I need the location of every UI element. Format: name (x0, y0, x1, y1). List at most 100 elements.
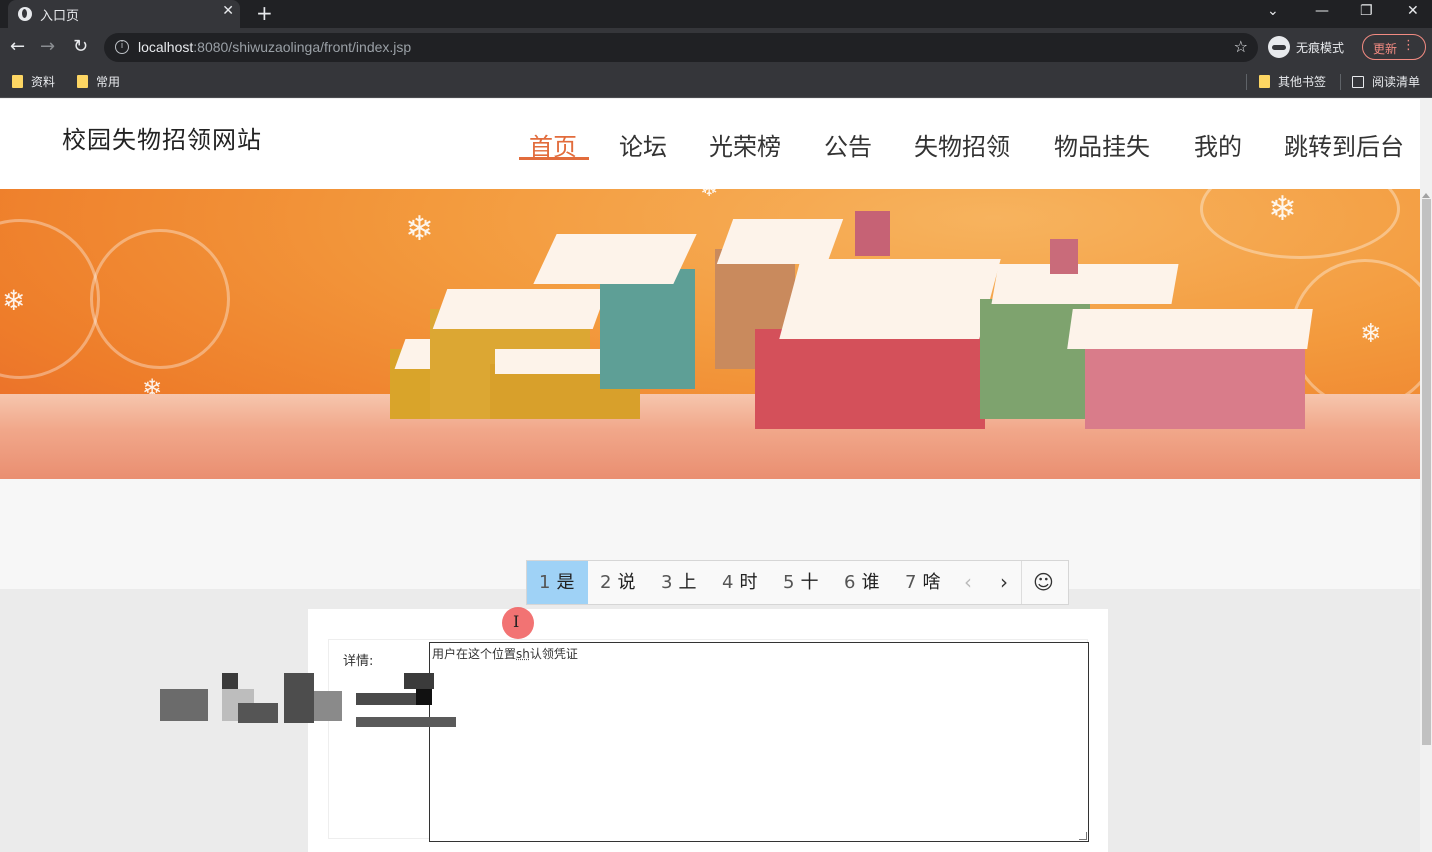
ime-candidate-num: 7 (905, 572, 917, 593)
nav-admin[interactable]: 跳转到后台 (1284, 127, 1404, 162)
bookmark-label: 资料 (31, 75, 56, 89)
snowflake-icon: ❄ (2, 284, 26, 317)
ime-candidate-num: 5 (783, 572, 795, 593)
site-info-icon[interactable]: i (115, 40, 129, 54)
pixel-block (284, 673, 314, 723)
forward-icon[interactable]: → (40, 36, 55, 57)
house-illustration (755, 329, 985, 429)
close-tab-icon[interactable]: ✕ (222, 3, 234, 19)
ime-candidate-text: 是 (556, 572, 575, 593)
nav-report-lost[interactable]: 物品挂失 (1054, 127, 1150, 162)
emoji-icon[interactable]: ☺ (1033, 570, 1054, 594)
address-bar[interactable]: i localhost:8080/shiwuzaolinga/front/ind… (104, 33, 1258, 62)
page-scrollbar[interactable] (1420, 99, 1432, 852)
update-label: 更新 (1373, 42, 1398, 56)
ime-candidate-5[interactable]: 5十 (783, 561, 818, 604)
ime-candidate-num: 3 (661, 572, 673, 593)
detail-textarea-value: 用户在这个位置sh认领凭证 (432, 645, 578, 662)
ime-candidate-4[interactable]: 4时 (722, 561, 757, 604)
restore-icon[interactable]: ❐ (1360, 3, 1373, 19)
active-nav-underline (519, 157, 589, 160)
snowflake-icon: ❄ (405, 209, 434, 249)
pixelated-watermark (160, 673, 456, 729)
ime-candidate-2[interactable]: 2说 (600, 561, 635, 604)
reading-list-icon (1352, 76, 1364, 88)
banner-swirl (90, 229, 230, 369)
ime-candidate-text: 十 (800, 572, 819, 593)
ime-candidate-num: 6 (844, 572, 856, 593)
nav-honor-roll[interactable]: 光荣榜 (709, 127, 781, 162)
nav-mine[interactable]: 我的 (1194, 127, 1242, 162)
house-illustration (600, 269, 695, 389)
pixel-block (356, 717, 456, 727)
url-path: :8080/shiwuzaolinga/front/index.jsp (193, 39, 412, 55)
bookmarks-bar: 资料 常用 其他书签 阅读清单 (0, 66, 1432, 98)
ime-candidate-1[interactable]: 1是 (527, 561, 588, 604)
bookmark-label: 其他书签 (1278, 75, 1327, 89)
ime-candidate-text: 说 (617, 572, 636, 593)
site-title: 校园失物招领网站 (62, 126, 262, 154)
house-roof (533, 234, 697, 284)
bookmark-divider (1246, 74, 1247, 90)
ime-candidate-num: 2 (600, 572, 612, 593)
detail-textarea[interactable]: 用户在这个位置sh认领凭证 (429, 642, 1089, 842)
resize-handle[interactable] (1079, 832, 1087, 840)
folder-icon (12, 75, 23, 88)
ime-candidate-text: 上 (678, 572, 697, 593)
web-page: 校园失物招领网站 首页 论坛 光荣榜 公告 失物招领 物品挂失 我的 跳转到后台… (0, 99, 1420, 852)
incognito-label: 无痕模式 (1296, 41, 1345, 55)
bookmark-folder-changyong[interactable]: 常用 (77, 73, 120, 90)
nav-lost-found[interactable]: 失物招领 (914, 127, 1010, 162)
bookmark-folder-other[interactable]: 其他书签 (1259, 73, 1326, 90)
ime-next-page-icon[interactable]: › (1000, 570, 1008, 594)
pixel-block (404, 673, 434, 689)
bookmark-star-icon[interactable]: ☆ (1234, 37, 1248, 56)
nav-forum[interactable]: 论坛 (619, 127, 667, 162)
ime-candidate-text: 时 (739, 572, 758, 593)
update-button[interactable]: 更新 ⋮ (1362, 34, 1426, 60)
pixel-block (222, 673, 238, 689)
detail-text-before: 用户在这个位置 (432, 647, 517, 661)
bookmark-label: 阅读清单 (1372, 75, 1421, 89)
ime-prev-page-icon[interactable]: ‹ (964, 570, 972, 594)
scroll-up-arrow-icon[interactable] (1422, 193, 1430, 198)
ime-candidate-window: 1是 2说 3上 4时 5十 6谁 7啥 ‹ › ☺ (526, 560, 1069, 605)
tab-search-icon[interactable]: ⌄ (1267, 3, 1279, 19)
detail-text-after: 认领凭证 (529, 647, 578, 661)
browser-tab-strip: 入口页 ✕ + ⌄ — ❐ ✕ (0, 0, 1432, 28)
house-roof (716, 219, 844, 264)
pixel-block (416, 689, 432, 705)
back-icon[interactable]: ← (10, 36, 25, 57)
pixel-block (160, 689, 208, 721)
snowflake-icon: ❄ (1268, 189, 1297, 229)
browser-tab[interactable]: 入口页 ✕ (8, 0, 240, 28)
banner-swirl (1290, 259, 1420, 409)
scrollbar-thumb[interactable] (1422, 199, 1431, 745)
claim-form-card: 详情: 用户在这个位置sh认领凭证 (308, 609, 1108, 852)
house-roof (991, 264, 1179, 304)
bookmark-divider (1340, 74, 1341, 90)
ime-candidate-7[interactable]: 7啥 (905, 561, 940, 604)
nav-announcements[interactable]: 公告 (824, 127, 872, 162)
house-roof (432, 289, 608, 329)
ime-divider (1021, 561, 1022, 604)
reading-list[interactable]: 阅读清单 (1352, 73, 1420, 90)
close-window-icon[interactable]: ✕ (1407, 3, 1419, 19)
ime-candidate-3[interactable]: 3上 (661, 561, 696, 604)
house-illustration (1085, 339, 1305, 429)
ime-candidate-text: 谁 (861, 572, 880, 593)
house-roof (1067, 309, 1313, 349)
incognito-icon (1268, 36, 1290, 58)
ime-composition-text: sh (516, 647, 530, 661)
ime-candidate-6[interactable]: 6谁 (844, 561, 879, 604)
site-header: 校园失物招领网站 首页 论坛 光荣榜 公告 失物招领 物品挂失 我的 跳转到后台 (0, 99, 1420, 189)
new-tab-button[interactable]: + (256, 1, 273, 25)
reload-icon[interactable]: ↻ (73, 36, 88, 57)
bookmark-folder-ziliao[interactable]: 资料 (12, 73, 55, 90)
detail-form-row: 详情: 用户在这个位置sh认领凭证 (328, 639, 1089, 842)
bookmark-label: 常用 (96, 75, 121, 89)
folder-icon (77, 75, 88, 88)
url-text[interactable]: localhost:8080/shiwuzaolinga/front/index… (138, 39, 411, 55)
minimize-icon[interactable]: — (1315, 3, 1329, 19)
ime-candidate-text: 啥 (922, 572, 941, 593)
